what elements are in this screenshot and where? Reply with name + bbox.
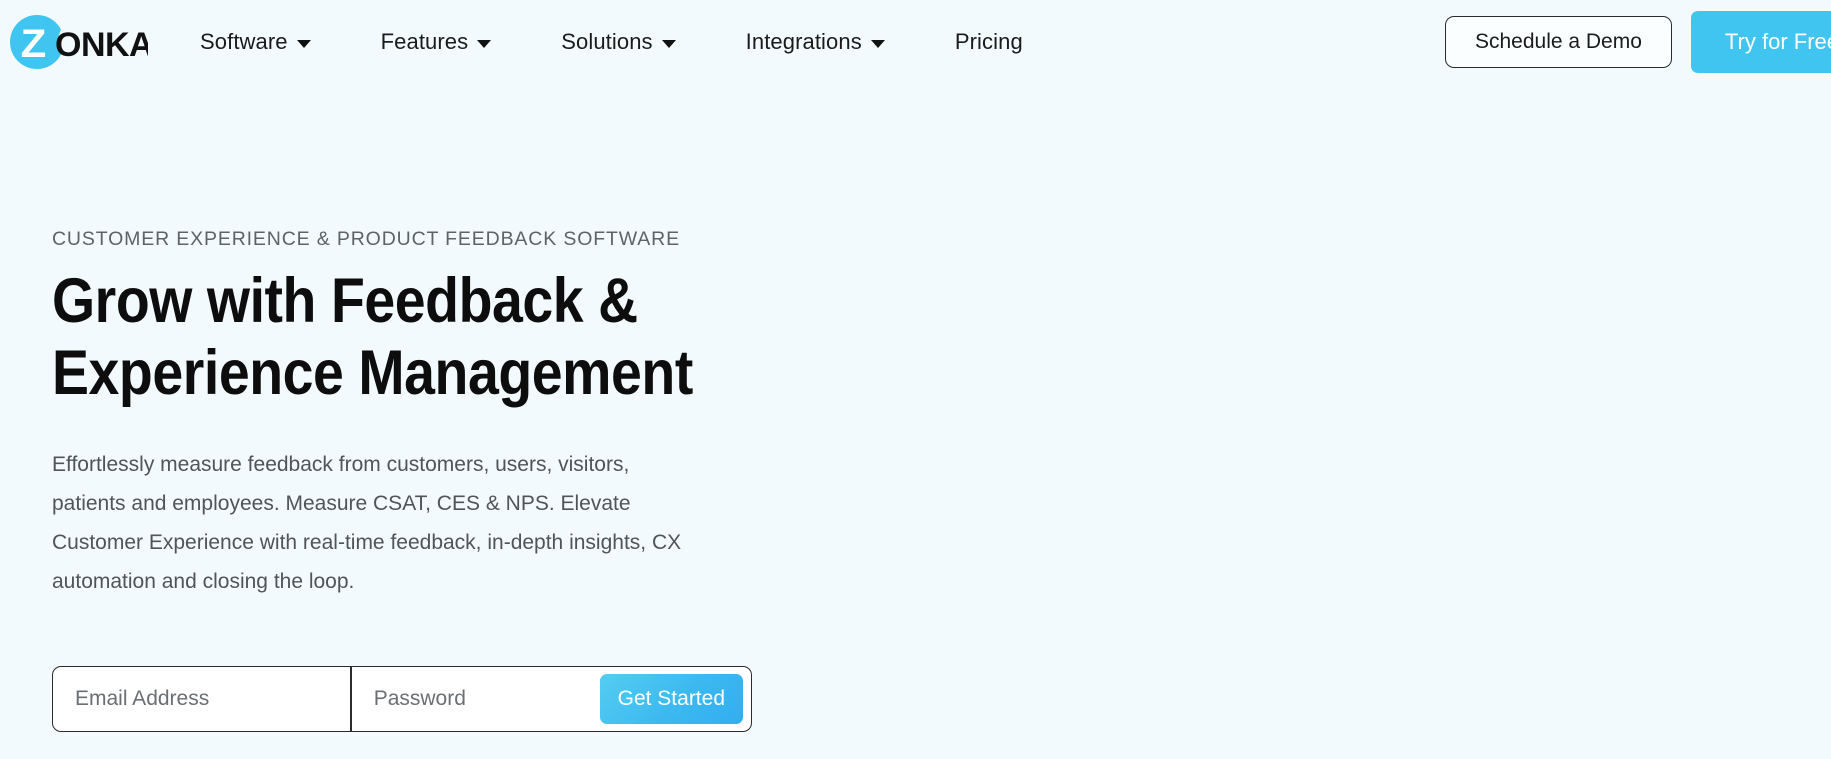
chevron-down-icon [477,39,492,48]
nav-item-label: Software [200,29,288,54]
try-for-free-button[interactable]: Try for Free [1690,11,1831,73]
chevron-down-icon [296,39,311,48]
landing-page: Z ONKA Software Features Solutions Integ… [0,0,1831,759]
chevron-down-icon [870,39,885,48]
zonka-logo-icon: Z ONKA [10,15,154,69]
nav-item-label: Integrations [745,29,862,54]
zonka-logo[interactable]: Z ONKA [8,13,154,71]
nav-item-pricing[interactable]: Pricing [955,29,1023,55]
email-field[interactable] [53,667,350,731]
chevron-down-icon [661,39,676,48]
schedule-demo-button[interactable]: Schedule a Demo [1444,16,1672,68]
nav-item-features[interactable]: Features [381,29,492,55]
svg-text:Z: Z [21,21,47,66]
header-actions: Schedule a Demo Try for Free [1444,0,1831,84]
nav-item-label: Solutions [561,29,653,54]
get-started-button[interactable]: Get Started [599,674,743,724]
site-header: Z ONKA Software Features Solutions Integ… [0,0,1831,84]
hero-description: Effortlessly measure feedback from custo… [52,453,682,593]
hero-section: CUSTOMER EXPERIENCE & PRODUCT FEEDBACK S… [52,228,872,601]
nav-item-label: Features [380,29,469,54]
password-field[interactable] [351,667,570,731]
nav-item-solutions[interactable]: Solutions [561,29,676,55]
nav-item-label: Pricing [954,29,1023,54]
signup-form: Get Started [52,666,752,732]
nav-item-integrations[interactable]: Integrations [746,29,885,55]
primary-navigation: Software Features Solutions Integrations… [200,0,1023,84]
hero-eyebrow: CUSTOMER EXPERIENCE & PRODUCT FEEDBACK S… [52,228,680,250]
nav-item-software[interactable]: Software [200,29,311,55]
svg-text:ONKA: ONKA [55,26,148,64]
page-title: Grow with Feedback & Experience Manageme… [52,266,693,408]
